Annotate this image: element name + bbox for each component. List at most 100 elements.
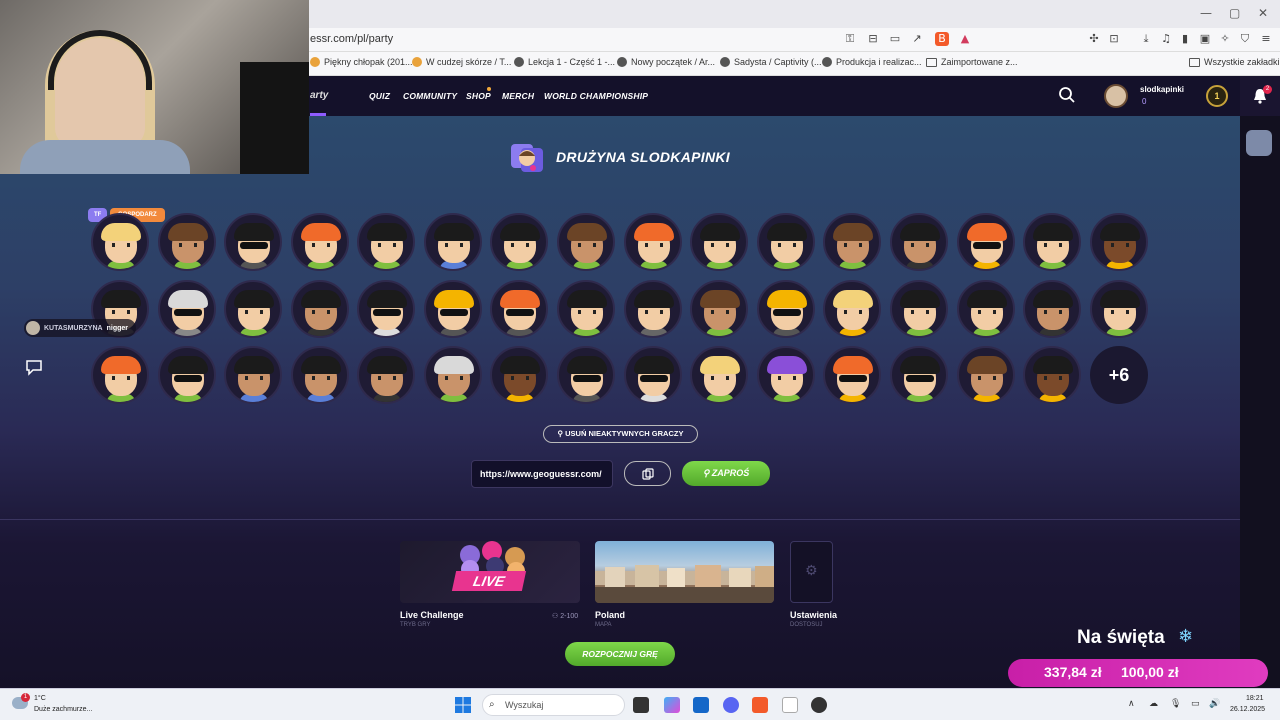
player-avatar[interactable] bbox=[890, 346, 948, 404]
wallet-icon[interactable]: ▣ bbox=[1198, 32, 1212, 46]
player-avatar[interactable] bbox=[690, 213, 748, 271]
sidebar-icon[interactable]: ▮ bbox=[1178, 32, 1192, 46]
copilot-icon[interactable] bbox=[664, 697, 680, 713]
rewards-icon[interactable]: ▲ bbox=[958, 32, 972, 46]
reader-icon[interactable]: ▭ bbox=[888, 32, 902, 46]
map-card[interactable] bbox=[595, 541, 774, 603]
player-avatar[interactable] bbox=[158, 213, 216, 271]
player-avatar[interactable] bbox=[757, 346, 815, 404]
player-avatar[interactable] bbox=[624, 213, 682, 271]
start-game-button[interactable]: ROZPOCZNIJ GRĘ bbox=[565, 642, 675, 666]
player-avatar[interactable] bbox=[890, 280, 948, 338]
player-avatar[interactable] bbox=[690, 346, 748, 404]
player-avatar[interactable] bbox=[823, 280, 881, 338]
profile-name[interactable]: slodkapinki bbox=[1140, 85, 1184, 94]
player-avatar[interactable] bbox=[624, 346, 682, 404]
bookmark[interactable]: Piękny chłopak (201... bbox=[310, 57, 413, 67]
obs-icon[interactable] bbox=[811, 697, 827, 713]
url-text[interactable]: essr.com/pl/party bbox=[310, 33, 393, 45]
weather-description[interactable]: Duże zachmurze... bbox=[34, 706, 92, 713]
menu-icon[interactable]: ≡ bbox=[1259, 32, 1273, 46]
close-window-button[interactable]: ✕ bbox=[1258, 6, 1268, 20]
maximize-button[interactable]: ▢ bbox=[1229, 6, 1240, 20]
weather-temperature[interactable]: 1°C bbox=[34, 695, 46, 702]
player-avatar[interactable] bbox=[158, 346, 216, 404]
extensions-icon[interactable]: ✣ bbox=[1087, 32, 1101, 46]
player-avatar[interactable] bbox=[291, 280, 349, 338]
player-avatar[interactable] bbox=[757, 280, 815, 338]
player-avatar[interactable] bbox=[357, 213, 415, 271]
player-avatar[interactable] bbox=[557, 280, 615, 338]
player-avatar[interactable] bbox=[1023, 213, 1081, 271]
player-avatar[interactable] bbox=[757, 213, 815, 271]
player-avatar[interactable] bbox=[291, 213, 349, 271]
share-icon[interactable]: ↗ bbox=[910, 32, 924, 46]
network-app-icon[interactable]: ☁ bbox=[1149, 699, 1158, 709]
player-avatar[interactable] bbox=[823, 346, 881, 404]
chevron-up-icon[interactable]: ∧ bbox=[1128, 699, 1135, 709]
player-avatar[interactable] bbox=[957, 213, 1015, 271]
vpn-icon[interactable]: ⛉ bbox=[1238, 32, 1252, 46]
store-icon[interactable] bbox=[693, 697, 709, 713]
player-avatar[interactable] bbox=[91, 213, 149, 271]
level-badge[interactable]: 1 bbox=[1206, 85, 1228, 107]
key-icon[interactable]: ⚿ bbox=[843, 32, 857, 46]
settings-card[interactable]: ⚙ bbox=[790, 541, 833, 603]
invite-button[interactable]: ⚲ ZAPROŚ bbox=[682, 461, 770, 486]
player-avatar[interactable] bbox=[557, 346, 615, 404]
player-avatar[interactable] bbox=[490, 346, 548, 404]
player-avatar[interactable] bbox=[291, 346, 349, 404]
windows-start-icon[interactable] bbox=[455, 697, 471, 713]
player-avatar[interactable] bbox=[424, 280, 482, 338]
player-avatar[interactable] bbox=[624, 280, 682, 338]
player-avatar[interactable] bbox=[557, 213, 615, 271]
player-avatar[interactable] bbox=[424, 346, 482, 404]
player-avatar[interactable] bbox=[823, 213, 881, 271]
player-avatar[interactable] bbox=[1090, 213, 1148, 271]
bookmark[interactable]: Produkcja i realizac... bbox=[822, 57, 922, 67]
microphone-icon[interactable]: 🎙 bbox=[1170, 699, 1181, 709]
discord-icon[interactable] bbox=[723, 697, 739, 713]
notes-icon[interactable] bbox=[782, 697, 798, 713]
nav-shop[interactable]: SHOP bbox=[466, 91, 491, 101]
music-icon[interactable]: ♫ bbox=[1159, 32, 1173, 46]
chat-bubble-icon[interactable] bbox=[25, 358, 43, 376]
volume-icon[interactable]: 🔊 bbox=[1209, 699, 1220, 709]
task-view-icon[interactable] bbox=[633, 697, 649, 713]
player-avatar[interactable] bbox=[224, 280, 282, 338]
player-avatar[interactable] bbox=[158, 280, 216, 338]
invite-link-field[interactable]: https://www.geoguessr.com/ bbox=[471, 460, 613, 488]
all-bookmarks-folder[interactable]: Wszystkie zakładki bbox=[1189, 57, 1280, 67]
bookmark[interactable]: Lekcja 1 - Część 1 -... bbox=[514, 57, 615, 67]
player-avatar[interactable] bbox=[357, 280, 415, 338]
download-icon[interactable]: ⤓ bbox=[1139, 32, 1153, 46]
player-avatar[interactable] bbox=[957, 280, 1015, 338]
clock-date[interactable]: 26.12.2025 bbox=[1230, 706, 1265, 713]
player-avatar[interactable] bbox=[957, 346, 1015, 404]
avatar[interactable] bbox=[1104, 84, 1128, 108]
remove-inactive-button[interactable]: ⚲ USUŃ NIEAKTYWNYCH GRACZY bbox=[543, 425, 698, 443]
party-nav-item[interactable]: arty bbox=[310, 90, 328, 101]
tab-icon[interactable]: ⊡ bbox=[1107, 32, 1121, 46]
search-icon[interactable] bbox=[1058, 86, 1076, 104]
player-avatar[interactable] bbox=[490, 280, 548, 338]
nav-world-championship[interactable]: WORLD CHAMPIONSHIP bbox=[544, 91, 648, 101]
friend-avatar[interactable] bbox=[1246, 130, 1272, 156]
player-avatar[interactable] bbox=[91, 346, 149, 404]
nav-merch[interactable]: MERCH bbox=[502, 91, 534, 101]
minimize-button[interactable]: — bbox=[1200, 6, 1212, 20]
player-avatar[interactable] bbox=[1090, 280, 1148, 338]
player-avatar[interactable] bbox=[224, 346, 282, 404]
nav-quiz[interactable]: QUIZ bbox=[369, 91, 390, 101]
player-avatar[interactable] bbox=[890, 213, 948, 271]
bookmark-folder[interactable]: Zaimportowane z... bbox=[926, 57, 1018, 67]
nav-community[interactable]: COMMUNITY bbox=[403, 91, 457, 101]
ai-icon[interactable]: ✧ bbox=[1218, 32, 1232, 46]
player-avatar[interactable] bbox=[424, 213, 482, 271]
clock-time[interactable]: 18:21 bbox=[1246, 695, 1264, 702]
bookmark[interactable]: Nowy początek / Ar... bbox=[617, 57, 715, 67]
player-avatar[interactable] bbox=[690, 280, 748, 338]
player-avatar[interactable] bbox=[357, 346, 415, 404]
brave-shield-icon[interactable]: B bbox=[935, 32, 949, 46]
player-avatar[interactable] bbox=[224, 213, 282, 271]
